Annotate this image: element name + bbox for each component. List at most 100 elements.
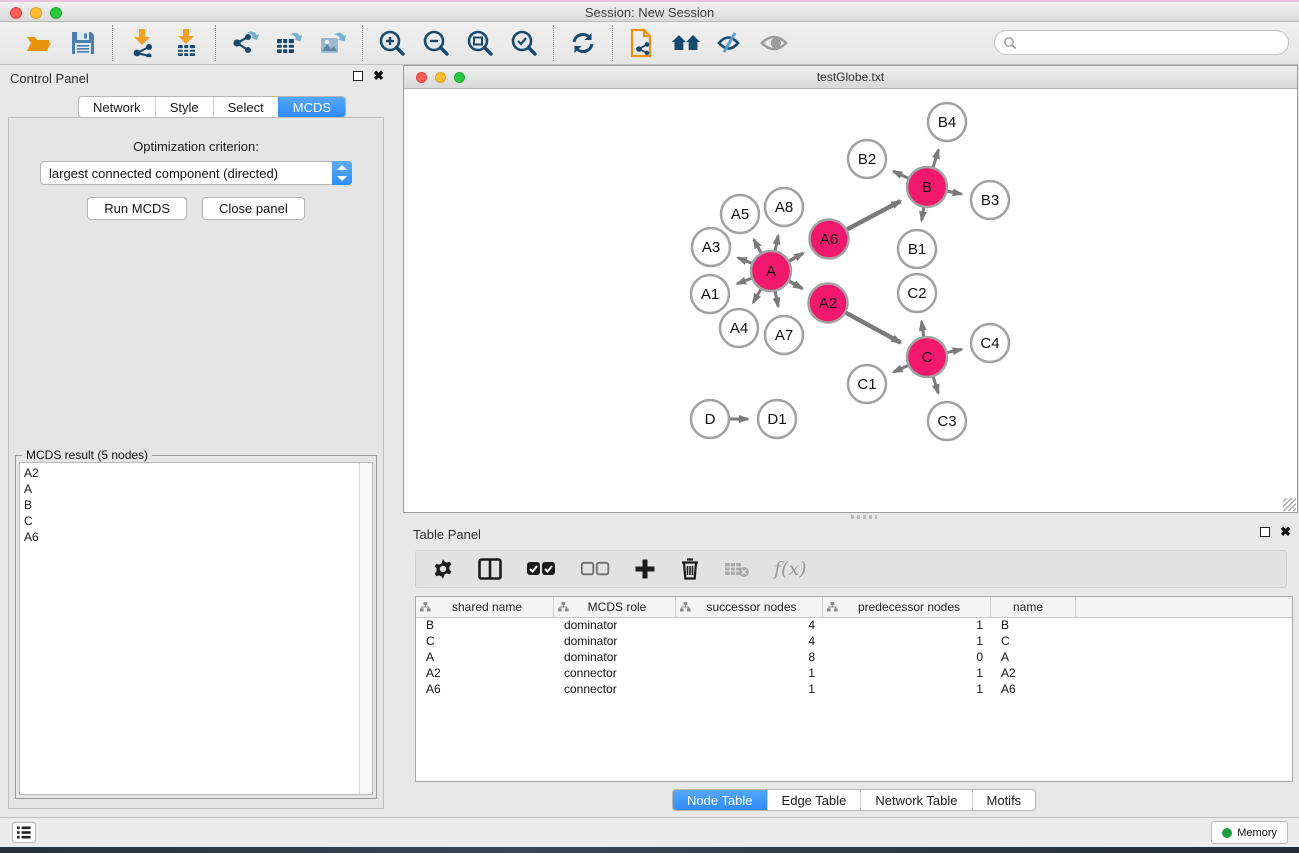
save-session-icon[interactable]: [68, 28, 98, 58]
node-D[interactable]: D: [691, 400, 729, 438]
column-header-predecessor-nodes[interactable]: predecessor nodes: [823, 597, 991, 617]
memory-button[interactable]: Memory: [1211, 821, 1288, 844]
node-A8[interactable]: A8: [765, 188, 803, 226]
node-D1[interactable]: D1: [758, 400, 796, 438]
result-list-item[interactable]: C: [24, 513, 356, 529]
node-A4[interactable]: A4: [720, 309, 758, 347]
edge-B-B3[interactable]: [948, 191, 962, 194]
column-header-successor-nodes[interactable]: successor nodes: [676, 597, 823, 617]
close-table-panel-icon[interactable]: ✖: [1280, 527, 1291, 537]
node-C2[interactable]: C2: [898, 274, 936, 312]
node-C[interactable]: C: [907, 337, 947, 377]
zoom-selected-icon[interactable]: [509, 28, 539, 58]
resize-handle-icon[interactable]: [1283, 498, 1296, 511]
select-all-icon[interactable]: [526, 555, 556, 583]
table-row[interactable]: A2connector11A2: [416, 666, 1292, 682]
node-B4[interactable]: B4: [928, 103, 966, 141]
result-list-item[interactable]: A2: [24, 465, 356, 481]
gear-icon[interactable]: [432, 555, 454, 583]
export-table-icon[interactable]: [274, 28, 304, 58]
column-header-shared-name[interactable]: shared name: [416, 597, 554, 617]
delete-table-icon[interactable]: [724, 555, 750, 583]
edge-C-C4[interactable]: [947, 349, 961, 352]
export-image-icon[interactable]: [318, 28, 348, 58]
criterion-dropdown[interactable]: largest connected component (directed): [40, 161, 352, 185]
float-panel-icon[interactable]: [353, 71, 363, 81]
import-table-icon[interactable]: [171, 28, 201, 58]
node-A[interactable]: A: [751, 251, 791, 291]
node-A5[interactable]: A5: [721, 195, 759, 233]
node-table[interactable]: shared nameMCDS rolesuccessor nodesprede…: [415, 596, 1293, 782]
float-table-panel-icon[interactable]: [1260, 527, 1270, 537]
close-panel-icon[interactable]: ✖: [373, 71, 384, 81]
node-A1[interactable]: A1: [691, 275, 729, 313]
run-mcds-button[interactable]: Run MCDS: [87, 197, 187, 220]
add-icon[interactable]: [634, 555, 656, 583]
search-field[interactable]: [994, 30, 1289, 55]
tab-motifs[interactable]: Motifs: [972, 790, 1036, 810]
tab-style[interactable]: Style: [155, 97, 213, 117]
column-header-name[interactable]: name: [991, 597, 1076, 617]
open-file-icon[interactable]: [24, 28, 54, 58]
task-history-button[interactable]: [12, 822, 36, 843]
network-from-file-icon[interactable]: [627, 28, 657, 58]
search-input[interactable]: [1021, 36, 1271, 50]
table-row[interactable]: Cdominator41C: [416, 634, 1292, 650]
edge-A-A5[interactable]: [754, 239, 761, 252]
import-network-icon[interactable]: [127, 28, 157, 58]
edge-A-A2[interactable]: [789, 281, 802, 288]
edge-A-A6[interactable]: [789, 253, 803, 261]
node-A7[interactable]: A7: [765, 316, 803, 354]
export-network-icon[interactable]: [230, 28, 260, 58]
node-B1[interactable]: B1: [898, 230, 936, 268]
table-row[interactable]: Adominator80A: [416, 650, 1292, 666]
edge-A6-B[interactable]: [847, 201, 900, 229]
tab-select[interactable]: Select: [213, 97, 278, 117]
edge-C-C3[interactable]: [933, 377, 938, 393]
node-B3[interactable]: B3: [971, 181, 1009, 219]
zoom-out-icon[interactable]: [421, 28, 451, 58]
eye-icon[interactable]: [759, 28, 789, 58]
tab-node-table[interactable]: Node Table: [673, 790, 767, 810]
edge-C-C1[interactable]: [893, 366, 907, 372]
edge-A-A8[interactable]: [775, 235, 778, 250]
column-header-MCDS-role[interactable]: MCDS role: [554, 597, 676, 617]
edge-A-A1[interactable]: [737, 278, 751, 283]
network-canvas[interactable]: B4B2BB3A5A8A6A3B1AA1C2A2A4A7C4CC1DD1C3: [404, 90, 1297, 512]
tab-network[interactable]: Network: [79, 97, 155, 117]
edge-A-A3[interactable]: [738, 258, 752, 263]
tab-network-table[interactable]: Network Table: [860, 790, 971, 810]
edge-A2-C[interactable]: [846, 313, 901, 343]
table-row[interactable]: Bdominator41B: [416, 618, 1292, 634]
node-C1[interactable]: C1: [848, 365, 886, 403]
function-builder-button[interactable]: f(x): [774, 558, 807, 580]
node-A3[interactable]: A3: [692, 228, 730, 266]
edge-B-B2[interactable]: [893, 171, 908, 178]
result-list-item[interactable]: A: [24, 481, 356, 497]
result-scrollbar[interactable]: [359, 463, 372, 794]
zoom-in-icon[interactable]: [377, 28, 407, 58]
edge-A-A7[interactable]: [775, 292, 778, 307]
tab-mcds[interactable]: MCDS: [278, 97, 345, 117]
edge-B-B4[interactable]: [933, 150, 938, 167]
tab-edge-table[interactable]: Edge Table: [767, 790, 861, 810]
columns-icon[interactable]: [478, 555, 502, 583]
edge-B-B1[interactable]: [922, 208, 924, 221]
node-A2[interactable]: A2: [809, 284, 848, 323]
network-window-titlebar[interactable]: testGlobe.txt: [404, 66, 1297, 89]
edge-C-C2[interactable]: [921, 322, 923, 337]
trash-icon[interactable]: [680, 555, 700, 583]
result-list-item[interactable]: B: [24, 497, 356, 513]
close-panel-button[interactable]: Close panel: [202, 197, 305, 220]
node-A6[interactable]: A6: [810, 220, 849, 259]
deselect-all-icon[interactable]: [580, 555, 610, 583]
zoom-fit-icon[interactable]: [465, 28, 495, 58]
edge-A-A4[interactable]: [753, 289, 761, 302]
table-row[interactable]: A6connector11A6: [416, 682, 1292, 698]
horizontal-splitter[interactable]: [403, 513, 1299, 521]
mcds-result-list[interactable]: A2ABCA6: [19, 462, 373, 795]
node-B[interactable]: B: [907, 167, 947, 207]
home-icon[interactable]: [671, 28, 701, 58]
result-list-item[interactable]: A6: [24, 529, 356, 545]
node-C4[interactable]: C4: [971, 324, 1009, 362]
